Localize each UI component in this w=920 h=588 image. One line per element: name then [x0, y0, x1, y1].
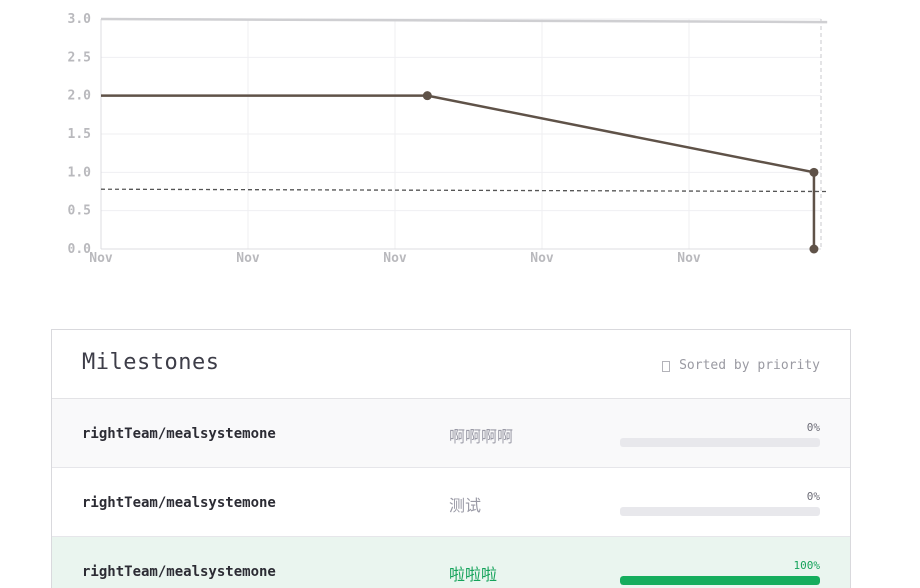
- x-tick-label: Nov: [383, 251, 407, 266]
- data-point: [809, 244, 819, 254]
- y-tick-label: 1.5: [68, 127, 91, 142]
- milestone-percent: 0%: [806, 490, 820, 503]
- milestone-repo[interactable]: rightTeam/mealsystemone: [82, 495, 276, 511]
- milestone-row[interactable]: rightTeam/mealsystemone 测试 0%: [52, 468, 850, 537]
- ideal-line: [100, 188, 828, 193]
- data-point: [422, 91, 432, 101]
- y-tick-label: 2.5: [68, 50, 91, 65]
- x-tick-label: Nov: [236, 251, 260, 266]
- sort-label: Sorted by priority: [679, 358, 820, 373]
- chart-svg: 3.02.52.01.51.00.50.0Nov Nov Nov Nov Nov: [68, 12, 828, 266]
- milestone-repo[interactable]: rightTeam/mealsystemone: [82, 564, 276, 580]
- milestone-progress-bar: [620, 438, 820, 447]
- y-tick-label: 1.0: [68, 165, 92, 180]
- burndown-chart: 3.0 2.5 2.0 1.5 1.0 0.5 0.0 Nov Nov Nov Nov Nov: [0, 0, 920, 290]
- y-tick-label: 0.5: [68, 204, 91, 219]
- milestone-repo[interactable]: rightTeam/mealsystemone: [82, 426, 276, 442]
- milestones-panel: Milestones Sorted by priority rightTeam/…: [51, 329, 851, 588]
- milestone-name[interactable]: 啊啊啊啊: [449, 423, 513, 447]
- sort-icon: [662, 361, 671, 372]
- x-tick-label: Nov: [530, 251, 554, 266]
- milestones-title: Milestones: [82, 350, 220, 375]
- milestone-name[interactable]: 啦啦啦: [449, 561, 497, 585]
- milestone-row[interactable]: rightTeam/mealsystemone 啊啊啊啊 0%: [52, 399, 850, 468]
- milestones-header: Milestones Sorted by priority: [52, 330, 850, 399]
- x-tick-label: Nov: [677, 251, 701, 266]
- milestone-percent: 0%: [806, 421, 820, 434]
- milestone-progress-bar: [620, 507, 820, 516]
- milestone-progress-fill: [620, 576, 820, 585]
- data-point: [809, 167, 819, 177]
- y-tick-label: 3.0: [68, 12, 92, 27]
- y-tick-label: 2.0: [68, 89, 92, 104]
- x-tick-label: Nov: [89, 251, 113, 266]
- milestone-progress-bar: [620, 576, 820, 585]
- milestone-row[interactable]: rightTeam/mealsystemone 啦啦啦 100%: [52, 537, 850, 588]
- milestone-percent: 100%: [793, 559, 821, 572]
- milestone-name[interactable]: 测试: [449, 492, 481, 516]
- sort-control[interactable]: Sorted by priority: [662, 358, 820, 373]
- y-tick-label: 0.0: [68, 242, 92, 257]
